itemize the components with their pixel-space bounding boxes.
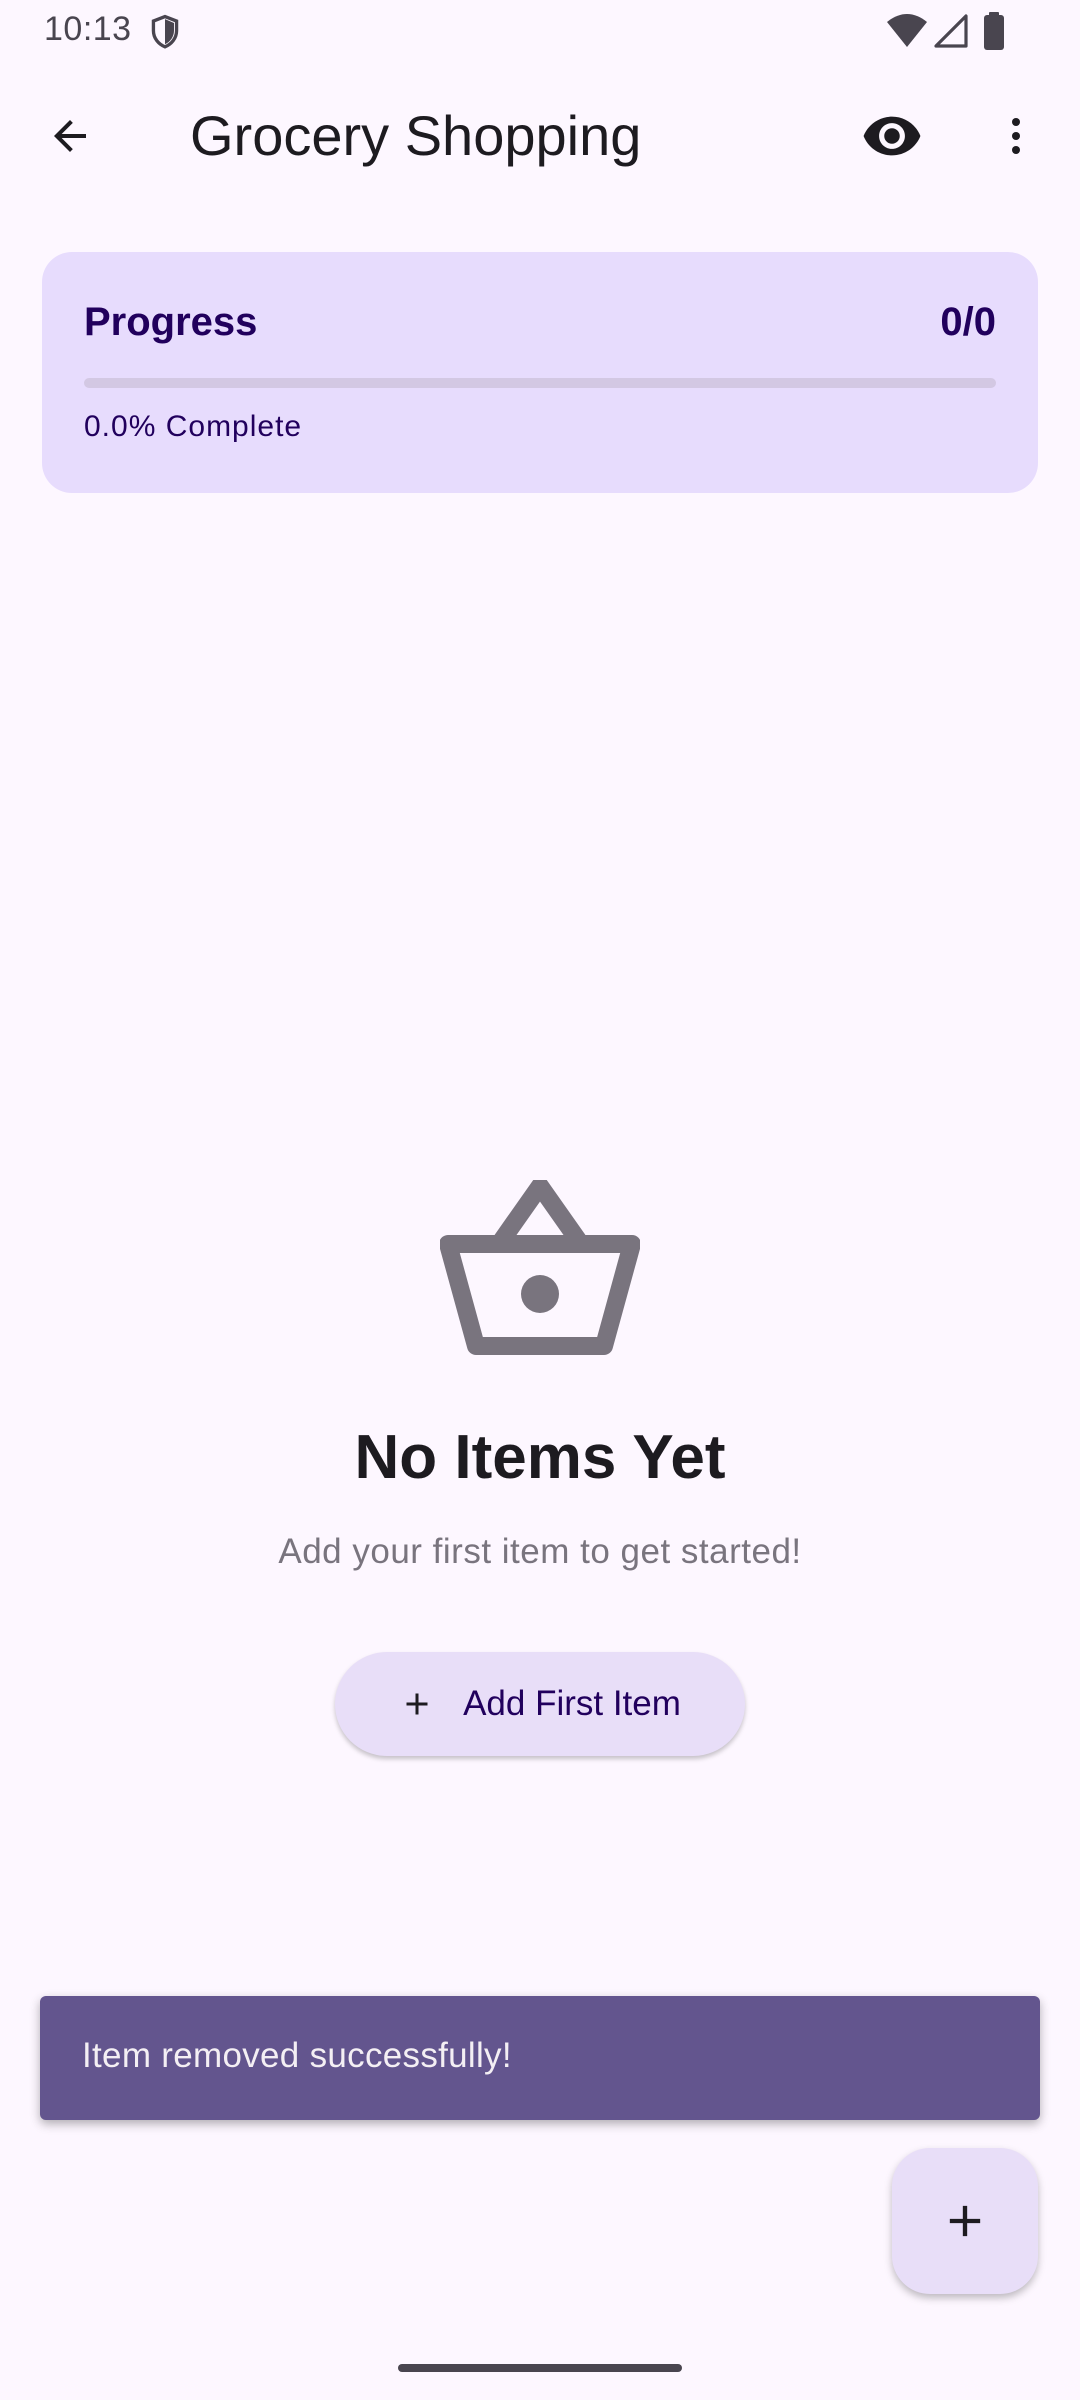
add-first-item-label: Add First Item [463, 1684, 681, 1723]
battery-icon [984, 12, 1004, 50]
shopping-basket-icon [440, 1180, 640, 1355]
back-button[interactable] [34, 100, 106, 172]
progress-label: Progress [84, 300, 258, 344]
progress-bar [84, 378, 996, 388]
snackbar-message: Item removed successfully! [82, 2036, 512, 2075]
empty-state-title: No Items Yet [354, 1423, 726, 1492]
snackbar: Item removed successfully! [40, 1996, 1040, 2120]
toggle-visibility-button[interactable] [852, 100, 932, 172]
shield-icon [151, 14, 179, 49]
add-first-item-button[interactable]: Add First Item [335, 1652, 745, 1756]
progress-card: Progress 0/0 0.0% Complete [42, 252, 1038, 493]
more-vert-icon [1012, 118, 1020, 154]
page-title: Grocery Shopping [190, 104, 642, 167]
status-bar: 10:13 [0, 0, 1080, 62]
arrow-back-icon [54, 120, 86, 152]
wifi-icon [887, 14, 927, 47]
add-item-fab[interactable] [892, 2148, 1038, 2294]
cell-signal-icon [934, 14, 968, 48]
eye-icon [863, 116, 921, 156]
plus-icon [406, 1693, 428, 1715]
app-bar: Grocery Shopping [0, 62, 1080, 210]
status-time: 10:13 [44, 10, 132, 48]
progress-percent: 0.0% Complete [84, 410, 303, 443]
plus-icon [949, 2205, 981, 2237]
progress-count: 0/0 [940, 300, 996, 344]
home-gesture-bar[interactable] [398, 2364, 682, 2372]
empty-state-subtitle: Add your first item to get started! [278, 1532, 802, 1571]
more-options-button[interactable] [980, 100, 1052, 172]
